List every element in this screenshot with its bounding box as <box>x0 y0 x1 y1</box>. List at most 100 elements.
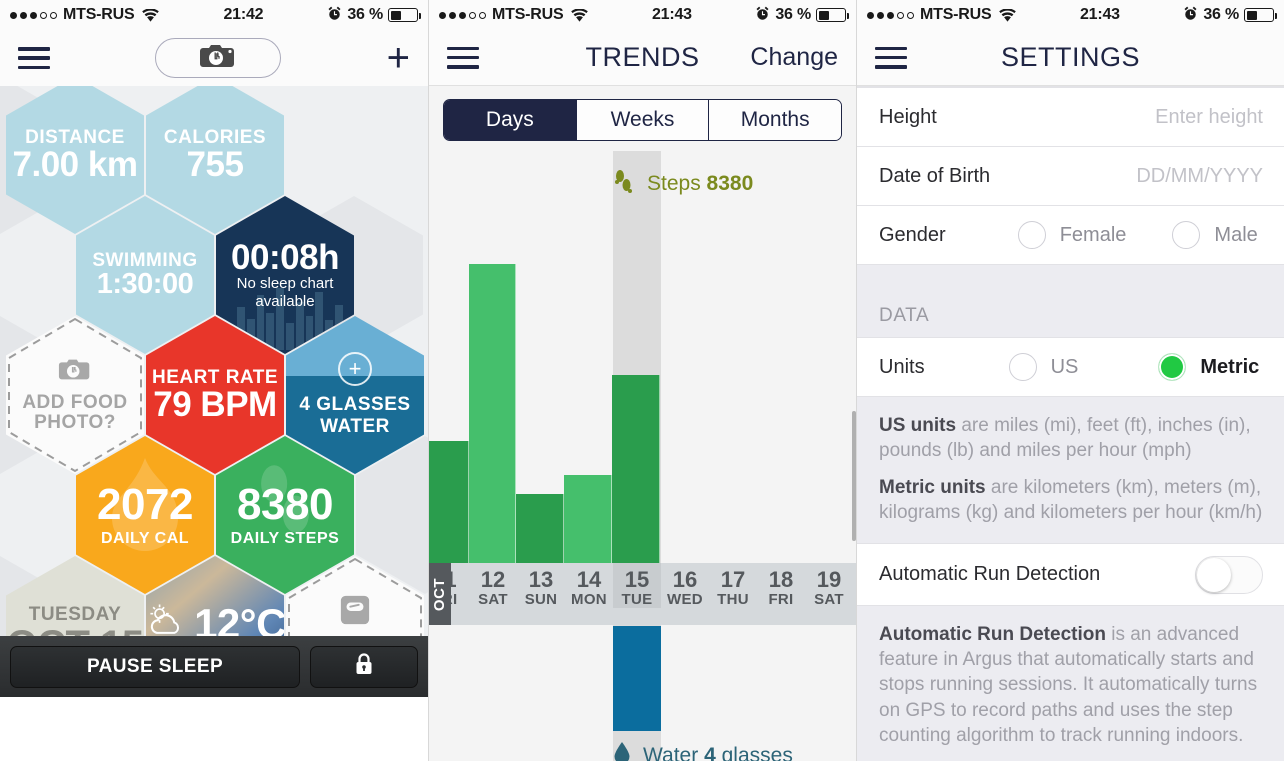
axis-weekday-6: THU <box>717 591 749 609</box>
axis-cell-7[interactable]: 18 FRI <box>757 563 805 608</box>
trends-chart: Steps 8380 11 FRI 12 SAT <box>429 151 856 761</box>
axis-weekday-3: MON <box>571 591 607 609</box>
tile-daily-cal-value: 2072 <box>97 479 193 529</box>
battery-icon <box>816 8 849 22</box>
carrier-name: MTS-RUS <box>63 6 135 23</box>
wifi-icon <box>142 7 160 22</box>
units-note-us-bold: US units <box>879 415 957 436</box>
axis-weekday-5: WED <box>667 591 703 609</box>
segment-days[interactable]: Days <box>444 100 576 140</box>
axis-weekday-8: SAT <box>814 591 844 609</box>
panel-trends: MTS-RUS 21:43 36 % TRENDS Change Days We… <box>428 0 856 761</box>
hamburger-icon[interactable] <box>18 47 50 69</box>
radio-us[interactable] <box>1008 353 1037 381</box>
hamburger-icon[interactable] <box>447 46 479 69</box>
axis-cell-2[interactable]: 13 SUN <box>517 563 565 608</box>
axis-weekday-4: TUE <box>621 591 653 609</box>
scale-icon <box>339 594 371 631</box>
axis-cell-8[interactable]: 19 SAT <box>805 563 853 608</box>
tile-sleep-value: 00:08h <box>231 238 339 278</box>
status-left: MTS-RUS <box>439 6 589 24</box>
height-label: Height <box>879 105 937 128</box>
panel-home: MTS-RUS 21:42 36 % + DISTANCE 7.00 km CA… <box>0 0 428 761</box>
axis-day-4: 15 <box>624 567 650 592</box>
signal-strength-dots <box>10 11 57 19</box>
steps-legend-label: Steps <box>647 172 701 195</box>
units-explanation: US units are miles (mi), feet (ft), inch… <box>857 397 1284 545</box>
clock: 21:43 <box>1079 6 1120 23</box>
run-detection-label: Automatic Run Detection <box>879 563 1101 586</box>
tile-swimming-value: 1:30:00 <box>96 268 194 301</box>
food-camera-icon <box>58 357 92 387</box>
pause-sleep-button[interactable]: PAUSE SLEEP <box>10 645 300 688</box>
signal-strength-dots <box>867 11 914 19</box>
data-group-label: DATA <box>879 305 930 326</box>
bar-water-oct-15[interactable] <box>613 626 661 731</box>
axis-cell-5[interactable]: 16 WED <box>661 563 709 608</box>
axis-cell-3[interactable]: 14 MON <box>565 563 613 608</box>
date-of-birth-input[interactable]: DD/MM/YYYY <box>1136 165 1263 188</box>
battery-icon <box>388 8 421 22</box>
segment-weeks[interactable]: Weeks <box>575 100 709 140</box>
gender-option-male[interactable]: Male <box>1172 221 1258 249</box>
water-drop-icon <box>613 741 631 761</box>
height-input[interactable]: Enter height <box>1155 106 1263 129</box>
tile-swimming-label: SWIMMING <box>92 249 198 271</box>
status-left: MTS-RUS <box>10 6 160 24</box>
status-right: 36 % <box>755 6 849 24</box>
steps-legend-value: 8380 <box>706 172 754 195</box>
settings-row-dob[interactable]: Date of Birth DD/MM/YYYY <box>857 147 1284 206</box>
change-button[interactable]: Change <box>750 43 838 72</box>
units-option-us[interactable]: US <box>1008 353 1079 381</box>
signal-strength-dots <box>439 11 486 19</box>
settings-row-height[interactable]: Height Enter height <box>857 88 1284 147</box>
units-option-metric[interactable]: Metric <box>1158 353 1259 381</box>
food-camera-button[interactable] <box>155 38 282 78</box>
bar-oct-13[interactable] <box>516 494 564 563</box>
axis-cell-4[interactable]: 15 TUE <box>613 563 661 609</box>
axis-day-3: 14 <box>576 567 602 592</box>
axis-day-6: 17 <box>720 567 746 592</box>
plus-icon[interactable]: + <box>338 352 372 387</box>
bar-oct-11[interactable] <box>429 441 469 563</box>
gender-male-label: Male <box>1214 223 1258 246</box>
battery-percent: 36 % <box>347 6 383 23</box>
bar-oct-14[interactable] <box>564 475 612 563</box>
radio-male[interactable] <box>1172 221 1201 249</box>
settings-navbar: SETTINGS <box>857 30 1284 86</box>
units-us-label: US <box>1050 355 1079 378</box>
radio-metric[interactable] <box>1158 353 1187 381</box>
hex-dashboard: DISTANCE 7.00 km CALORIES 755 SWIMMING 1… <box>0 86 428 697</box>
axis-cell-6[interactable]: 17 THU <box>709 563 757 608</box>
time-range-segmented-control: Days Weeks Months <box>429 86 856 151</box>
carrier-name: MTS-RUS <box>920 6 992 23</box>
water-legend: Water 4 glasses <box>613 741 793 761</box>
settings-row-gender: Gender Female Male <box>857 206 1284 265</box>
steps-legend: Steps 8380 <box>613 169 753 199</box>
wifi-icon <box>999 7 1017 22</box>
battery-percent: 36 % <box>1203 6 1239 23</box>
bar-oct-12[interactable] <box>469 264 516 563</box>
gender-label: Gender <box>879 223 946 246</box>
run-detection-toggle[interactable] <box>1195 555 1263 594</box>
footprints-icon <box>613 169 635 199</box>
tile-calories-label: CALORIES <box>163 126 267 148</box>
axis-day-8: 19 <box>816 567 842 592</box>
axis-cell-1[interactable]: 12 SAT <box>469 563 517 608</box>
tile-calories-value: 755 <box>186 145 244 185</box>
toggle-knob <box>1197 557 1231 592</box>
home-bottom-bar: PAUSE SLEEP <box>0 636 428 697</box>
add-button[interactable]: + <box>387 38 410 78</box>
lock-icon <box>354 652 374 682</box>
units-note-us: US units are miles (mi), feet (ft), inch… <box>879 413 1263 463</box>
settings-row-run-detection[interactable]: Automatic Run Detection <box>857 544 1284 607</box>
bar-oct-15[interactable] <box>612 375 660 563</box>
page-title: TRENDS <box>585 42 700 72</box>
hamburger-icon[interactable] <box>875 46 907 69</box>
gender-option-female[interactable]: Female <box>1017 221 1126 249</box>
segment-months[interactable]: Months <box>708 100 841 140</box>
clock: 21:42 <box>223 6 264 23</box>
radio-female[interactable] <box>1017 221 1046 249</box>
lock-button[interactable] <box>310 645 418 688</box>
tile-water-label: 4 GLASSES WATER <box>299 394 411 437</box>
